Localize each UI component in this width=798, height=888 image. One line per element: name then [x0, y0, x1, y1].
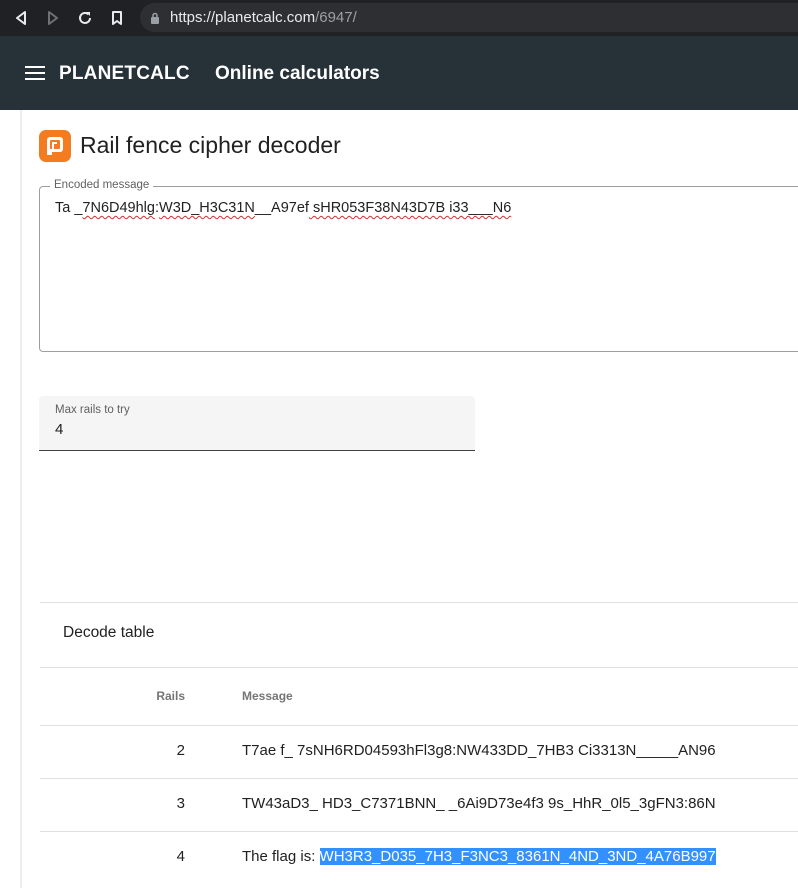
encoded-part-spellcheck: W3D_H3C31N [159, 200, 255, 216]
encoded-part-spellcheck: sHR053F38N43D7B [308, 200, 450, 216]
bookmark-icon [112, 11, 122, 25]
brand-logo-text[interactable]: PLANETCALC [59, 63, 190, 85]
message-cell: T7ae f_ 7sNH6RD04593hFl3g8:NW433DD_7HB3 … [242, 742, 716, 759]
encoded-message-value[interactable]: Ta _7N6D49hlg:W3D_H3C31N__A97ef sHR053F3… [55, 200, 511, 216]
nav-title-link[interactable]: Online calculators [215, 63, 380, 85]
table-row: 2 T7ae f_ 7sNH6RD04593hFl3g8:NW433DD_7HB… [40, 725, 798, 778]
app-header: PLANETCALC Online calculators [0, 36, 798, 110]
rails-cell: 4 [176, 848, 185, 865]
encoded-part-spellcheck: i33___N6 [449, 200, 512, 216]
url-host: https://planetcalc.com [170, 9, 316, 26]
browser-toolbar: https://planetcalc.com/6947/ [0, 0, 798, 36]
planetcalc-logo-icon [39, 130, 71, 162]
divider [40, 667, 798, 668]
reload-button[interactable] [69, 0, 101, 36]
address-bar[interactable]: https://planetcalc.com/6947/ [140, 3, 798, 32]
url-path: /6947/ [315, 9, 357, 26]
max-rails-field[interactable]: Max rails to try 4 [39, 396, 475, 451]
table-row: 4 The flag is: WH3R3_D035_7H3_F3NC3_8361… [40, 831, 798, 884]
message-cell: TW43aD3_ HD3_C7371BNN_ _6Ai9D73e4f3 9s_H… [242, 795, 716, 812]
decode-table-caption: Decode table [63, 624, 155, 641]
message-cell: The flag is: WH3R3_D035_7H3_F3NC3_8361N_… [242, 848, 716, 865]
selected-flag-text[interactable]: WH3R3_D035_7H3_F3NC3_8361N_4ND_3ND_4A76B… [319, 848, 716, 865]
max-rails-label: Max rails to try [55, 404, 130, 416]
forward-icon [48, 11, 58, 25]
bookmark-button[interactable] [101, 0, 133, 36]
encoded-part: Ta _ [55, 200, 83, 216]
lock-icon [150, 12, 160, 24]
table-row: 3 TW43aD3_ HD3_C7371BNN_ _6Ai9D73e4f3 9s… [40, 778, 798, 831]
back-button[interactable] [5, 0, 37, 36]
reload-icon [79, 11, 91, 24]
message-prefix: The flag is: [242, 848, 320, 865]
forward-button[interactable] [37, 0, 69, 36]
column-header-message[interactable]: Message [242, 689, 293, 703]
column-header-rails[interactable]: Rails [40, 689, 185, 703]
encoded-part-spellcheck: 7N6D49hlg [82, 200, 155, 216]
content-divider [20, 110, 22, 888]
page-title: Rail fence cipher decoder [80, 132, 341, 158]
rails-cell: 2 [176, 742, 185, 759]
back-icon [16, 11, 26, 25]
encoded-message-label: Encoded message [50, 179, 154, 191]
menu-icon[interactable] [25, 66, 45, 80]
max-rails-value[interactable]: 4 [55, 421, 63, 438]
rails-cell: 3 [176, 795, 185, 812]
decode-table: Decode table Rails Message 2 T7ae f_ 7sN… [40, 602, 798, 888]
encoded-part: __A97ef [254, 200, 309, 216]
